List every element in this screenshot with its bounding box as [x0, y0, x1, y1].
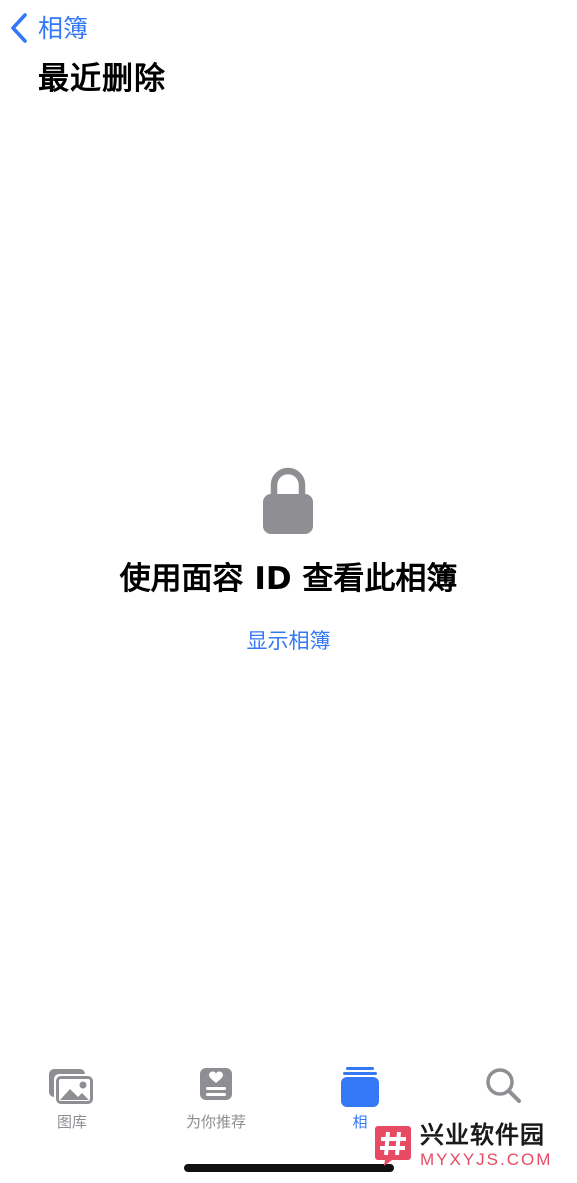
photo-library-icon	[49, 1069, 94, 1105]
locked-message: 使用面容 ID 查看此相簿	[119, 561, 458, 597]
tab-for-you-label: 为你推荐	[185, 1113, 246, 1131]
page-title: 最近删除	[38, 61, 166, 97]
search-icon	[486, 1068, 521, 1103]
tab-library-label: 图库	[56, 1113, 87, 1131]
watermark-title: 兴业软件园	[420, 1121, 545, 1149]
chevron-left-icon	[11, 13, 27, 43]
show-album-button[interactable]: 显示相簿	[247, 629, 331, 653]
back-button-label: 相簿	[38, 13, 89, 43]
for-you-icon	[200, 1068, 232, 1100]
albums-icon	[341, 1067, 379, 1107]
home-indicator	[184, 1164, 394, 1172]
watermark: 兴业软件园 MYXYJS.COM	[374, 1122, 574, 1172]
watermark-logo-icon	[375, 1126, 411, 1166]
tab-for-you[interactable]: 为你推荐	[144, 1058, 288, 1148]
watermark-url: MYXYJS.COM	[420, 1150, 553, 1169]
lock-icon	[263, 467, 313, 534]
back-button[interactable]: 相簿	[8, 8, 88, 48]
tab-library[interactable]: 图库	[0, 1058, 144, 1148]
